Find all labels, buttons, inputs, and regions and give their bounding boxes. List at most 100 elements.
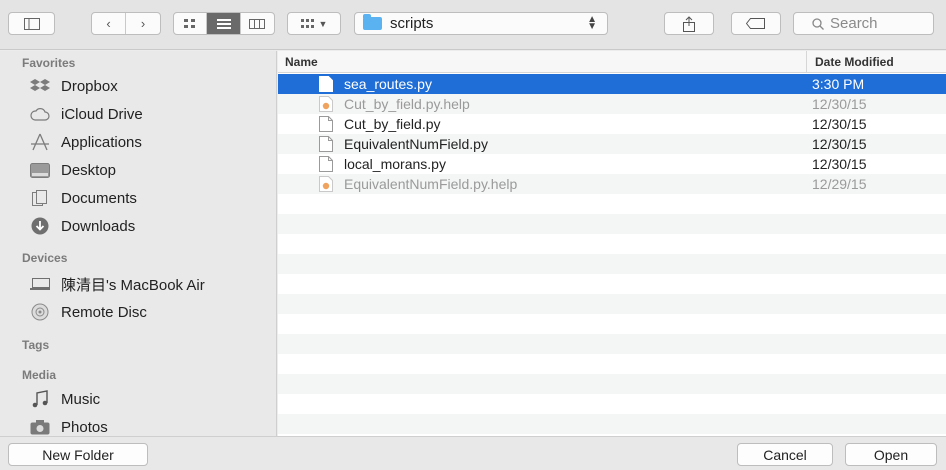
empty-row	[278, 334, 946, 354]
arrange-grid-icon	[300, 18, 314, 28]
python-file-icon	[319, 116, 333, 132]
sidebar-item-downloads[interactable]: Downloads	[0, 213, 276, 239]
back-forward-control: ‹ ›	[91, 12, 161, 35]
empty-row	[278, 314, 946, 334]
empty-row	[278, 294, 946, 314]
list-icon	[216, 18, 231, 29]
updown-chevron-icon: ▲ ▼	[587, 14, 597, 32]
file-date: 12/30/15	[812, 116, 867, 132]
file-name: Cut_by_field.py.help	[344, 96, 470, 112]
sidebar-icon	[23, 17, 40, 30]
sidebar-item-desktop[interactable]: Desktop	[0, 157, 276, 183]
file-date: 12/30/15	[812, 136, 867, 152]
file-date: 12/30/15	[812, 96, 867, 112]
empty-row	[278, 414, 946, 434]
sidebar-item-photos[interactable]: Photos	[0, 414, 276, 436]
applications-icon	[30, 132, 50, 152]
file-rows: sea_routes.py 3:30 PM Cut_by_field.py.help…	[278, 74, 946, 434]
empty-row	[278, 374, 946, 394]
sidebar-toggle-button[interactable]	[8, 12, 55, 35]
search-field[interactable]: Search	[793, 12, 934, 35]
cloud-icon	[30, 104, 50, 124]
file-name: Cut_by_field.py	[344, 116, 441, 132]
folder-icon	[363, 14, 382, 30]
sidebar-item-applications[interactable]: Applications	[0, 129, 276, 155]
sidebar-section-favorites: Favorites	[22, 56, 76, 70]
sidebar-item-label: Dropbox	[61, 77, 118, 95]
camera-icon	[30, 417, 50, 436]
tags-button[interactable]	[731, 12, 781, 35]
file-row[interactable]: sea_routes.py 3:30 PM	[278, 74, 946, 94]
sidebar-item-label: Applications	[61, 133, 142, 151]
sidebar-section-media: Media	[22, 368, 57, 382]
python-file-icon	[319, 156, 333, 172]
sidebar-item-label: Music	[61, 390, 101, 408]
sidebar-item-label: Documents	[61, 189, 137, 207]
file-date: 12/29/15	[812, 176, 867, 192]
empty-row	[278, 214, 946, 234]
empty-row	[278, 394, 946, 414]
file-name: local_morans.py	[344, 156, 446, 172]
disc-icon	[30, 302, 50, 322]
documents-icon	[30, 188, 50, 208]
desktop-icon	[30, 160, 50, 180]
help-file-icon	[319, 96, 333, 112]
file-list: Name Date Modified sea_routes.py 3:30 PM C…	[278, 51, 946, 436]
laptop-icon	[30, 274, 50, 294]
sidebar-item-label: Remote Disc	[61, 303, 147, 321]
list-header: Name Date Modified	[278, 51, 946, 73]
file-name: EquivalentNumField.py.help	[344, 176, 518, 192]
music-icon	[30, 389, 50, 409]
sidebar-item-label: Photos	[61, 418, 108, 436]
empty-row	[278, 274, 946, 294]
file-row[interactable]: EquivalentNumField.py 12/30/15	[278, 134, 946, 154]
chevron-down-icon: ▼	[318, 18, 328, 29]
search-placeholder: Search	[830, 15, 878, 32]
share-icon	[683, 15, 695, 32]
sidebar-item-label: Desktop	[61, 161, 117, 179]
column-header-date-modified[interactable]: Date Modified	[806, 51, 946, 73]
sidebar-item-macbook-air[interactable]: 陳清目's MacBook Air	[0, 271, 276, 297]
sidebar: Favorites Dropbox iCloud Drive Applicati…	[0, 51, 277, 436]
python-file-icon	[319, 136, 333, 152]
new-folder-button[interactable]: New Folder	[8, 443, 148, 466]
file-row[interactable]: local_morans.py 12/30/15	[278, 154, 946, 174]
forward-button[interactable]: ›	[126, 13, 160, 34]
sidebar-item-label: 陳清目's MacBook Air	[61, 276, 205, 294]
cancel-button[interactable]: Cancel	[737, 443, 833, 466]
empty-row	[278, 194, 946, 214]
view-mode-control	[173, 12, 275, 35]
sidebar-item-dropbox[interactable]: Dropbox	[0, 73, 276, 99]
empty-row	[278, 254, 946, 274]
columns-icon	[249, 18, 266, 29]
sidebar-item-label: Downloads	[61, 217, 136, 235]
column-view-button[interactable]	[241, 13, 274, 34]
help-file-icon	[319, 176, 333, 192]
file-row[interactable]: Cut_by_field.py 12/30/15	[278, 114, 946, 134]
share-button[interactable]	[664, 12, 714, 35]
empty-row	[278, 234, 946, 254]
sidebar-item-music[interactable]: Music	[0, 386, 276, 412]
grid-icon	[184, 18, 196, 28]
empty-row	[278, 354, 946, 374]
search-icon	[812, 17, 824, 30]
tag-icon	[746, 18, 765, 29]
sidebar-item-label: iCloud Drive	[61, 105, 143, 123]
bottom-bar: New Folder Cancel Open	[0, 436, 946, 470]
file-row[interactable]: Cut_by_field.py.help 12/30/15	[278, 94, 946, 114]
column-header-name[interactable]: Name	[285, 55, 318, 69]
file-name: EquivalentNumField.py	[344, 136, 488, 152]
file-date: 3:30 PM	[812, 76, 865, 92]
back-button[interactable]: ‹	[92, 13, 127, 34]
sidebar-section-tags: Tags	[22, 338, 50, 352]
sidebar-item-icloud-drive[interactable]: iCloud Drive	[0, 101, 276, 127]
sidebar-item-remote-disc[interactable]: Remote Disc	[0, 299, 276, 325]
location-popup[interactable]: scripts ▲ ▼	[354, 12, 608, 35]
chevron-right-icon: ›	[140, 16, 146, 31]
sidebar-item-documents[interactable]: Documents	[0, 185, 276, 211]
arrange-button[interactable]: ▼	[287, 12, 341, 35]
file-row[interactable]: EquivalentNumField.py.help 12/29/15	[278, 174, 946, 194]
open-button[interactable]: Open	[845, 443, 937, 466]
icon-view-button[interactable]	[174, 13, 208, 34]
list-view-button[interactable]	[207, 13, 241, 34]
